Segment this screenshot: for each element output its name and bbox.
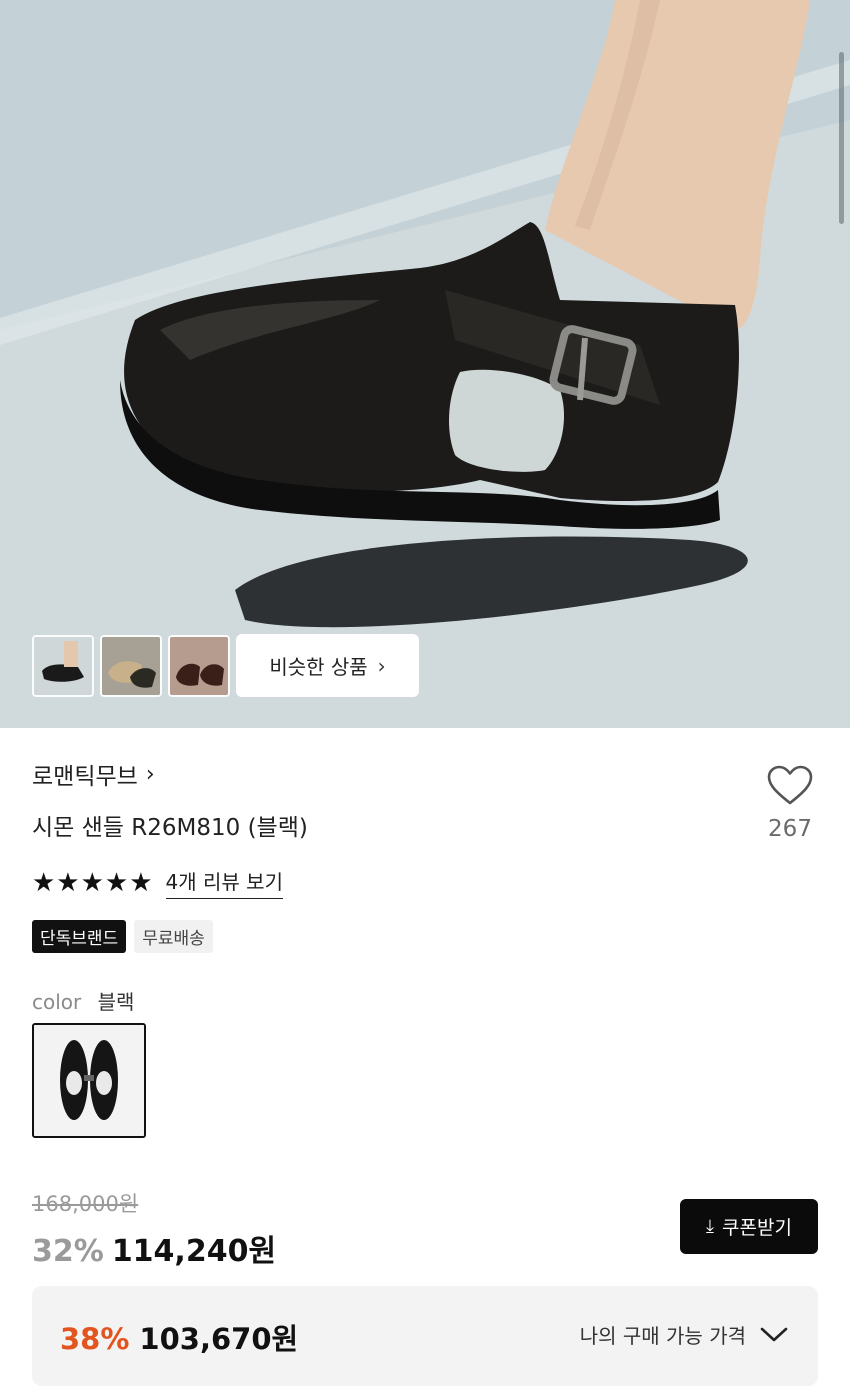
color-swatch-black[interactable]: [32, 1023, 146, 1138]
my-discount-rate: 38%: [60, 1322, 130, 1356]
thumbnail-strip: 비슷한 상품 ›: [32, 634, 419, 697]
thumb-black-sandal-image: [34, 636, 92, 695]
color-option-row: color 블랙: [32, 986, 134, 1015]
rating-row: ★★★★★ 4개 리뷰 보기: [32, 866, 283, 899]
color-label: color: [32, 990, 82, 1014]
coupon-download-button[interactable]: ⤓ 쿠폰받기: [680, 1199, 818, 1254]
scrollbar-thumb[interactable]: [839, 52, 844, 224]
thumb-beige-sandal-image: [102, 636, 160, 695]
my-price-values: 38% 103,670원: [60, 1316, 298, 1358]
sale-price: 114,240원: [111, 1234, 277, 1269]
discount-rate: 32%: [32, 1234, 104, 1269]
wishlist-button[interactable]: 267: [760, 764, 820, 842]
original-price: 168,000원: [32, 1192, 139, 1216]
chevron-down-icon: [760, 1327, 788, 1341]
my-price-label: 나의 구매 가능 가격: [579, 1324, 746, 1348]
my-price-toggle[interactable]: 나의 구매 가능 가격: [580, 1320, 788, 1349]
brand-name: 로맨틱무브: [32, 764, 138, 790]
chevron-right-icon: ›: [377, 653, 386, 678]
review-link[interactable]: 4개 리뷰 보기: [165, 866, 283, 899]
thumb-beige-sandal[interactable]: [100, 634, 162, 697]
thumb-black-sandal[interactable]: [32, 634, 94, 697]
chevron-right-icon: ›: [145, 761, 155, 787]
sandal-photo: [0, 0, 850, 728]
similar-products-button[interactable]: 비슷한 상품 ›: [236, 634, 419, 697]
black-sandal-swatch-image: [34, 1025, 144, 1136]
my-price-amount: 103,670원: [139, 1322, 299, 1356]
my-price-panel[interactable]: 38% 103,670원 나의 구매 가능 가격: [32, 1286, 818, 1386]
thumb-brown-sandal-image: [170, 636, 228, 695]
price-row: 32% 114,240원: [32, 1226, 276, 1270]
coupon-label: 쿠폰받기: [722, 1217, 792, 1239]
thumb-brown-sandal[interactable]: [168, 634, 230, 697]
wishlist-count: 267: [768, 816, 812, 842]
product-hero-image[interactable]: 비슷한 상품 ›: [0, 0, 850, 728]
heart-icon: [767, 765, 813, 805]
free-shipping-badge: 무료배송: [134, 920, 213, 953]
brand-link[interactable]: 로맨틱무브 ›: [32, 757, 155, 791]
similar-products-label: 비슷한 상품: [269, 655, 368, 679]
star-rating-icon: ★★★★★: [32, 867, 154, 898]
badge-list: 단독브랜드 무료배송: [32, 920, 213, 953]
exclusive-brand-badge: 단독브랜드: [32, 920, 127, 953]
download-icon: ⤓: [706, 1216, 715, 1237]
product-title: 시몬 샌들 R26M810 (블랙): [32, 815, 308, 841]
color-value: 블랙: [97, 990, 135, 1014]
